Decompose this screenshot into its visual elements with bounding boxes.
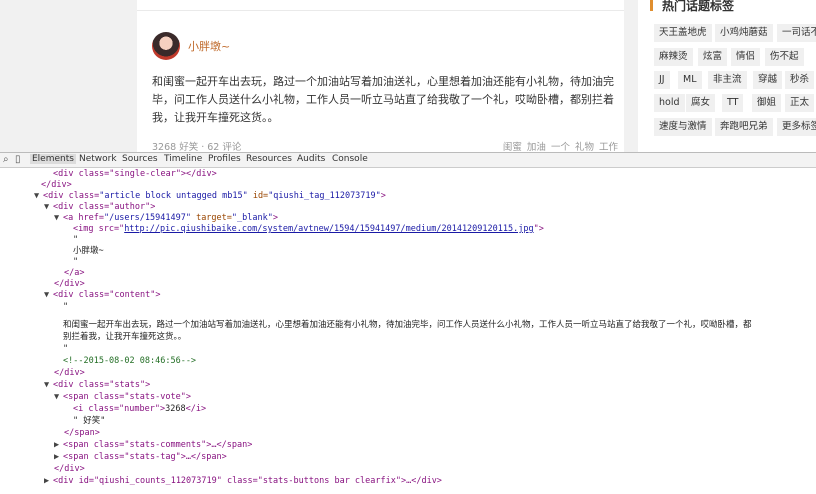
dom-text[interactable]: " 好笑": [73, 415, 105, 427]
tab-elements[interactable]: Elements: [30, 154, 76, 164]
dom-node-comments[interactable]: ▶ <span class="stats-comments">…</span>: [54, 439, 252, 451]
collapse-triangle-icon[interactable]: ▼: [34, 190, 43, 202]
collapse-triangle-icon[interactable]: ▼: [44, 379, 53, 391]
topic-tag[interactable]: TT: [722, 94, 744, 112]
dom-node[interactable]: </div>: [54, 463, 85, 475]
expand-triangle-icon[interactable]: ▶: [54, 451, 63, 463]
sidebar-title: 热门话题标签: [662, 0, 735, 13]
content-line: 和闺蜜一起开车出去玩，路过一个加油站写着加油送礼，心里想着加油还能有小礼物，待加…: [152, 75, 614, 88]
topic-tag[interactable]: 秒杀: [785, 71, 815, 89]
article-content: 和闺蜜一起开车出去玩，路过一个加油站写着加油送礼，心里想着加油还能有小礼物，待加…: [152, 73, 622, 127]
article-card: 小胖墩~ 和闺蜜一起开车出去玩，路过一个加油站写着加油送礼，心里想着加油还能有小…: [137, 0, 624, 152]
topic-tag[interactable]: 天王盖地虎: [654, 24, 712, 42]
tab-timeline[interactable]: Timeline: [164, 154, 202, 164]
dom-node-img[interactable]: <img src="http://pic.qiushibaike.com/sys…: [73, 223, 544, 235]
dom-text[interactable]: 别拦着我，让我开车撞死这货。。: [63, 331, 186, 343]
topic-tag[interactable]: 御姐: [752, 94, 782, 112]
dom-node-content[interactable]: ▼ <div class="content">: [44, 289, 160, 301]
topic-tag[interactable]: 正太: [785, 94, 815, 112]
topic-tag[interactable]: 小鸡炖蘑菇: [715, 24, 773, 42]
topic-tag[interactable]: JJ: [654, 71, 670, 89]
article-top-divider: [137, 0, 624, 11]
devtools-toolbar: ⌕ ▯ Elements Network Sources Timeline Pr…: [0, 152, 816, 168]
content-line: 我，让我开车撞死这货。。: [152, 111, 279, 124]
dom-node-vote[interactable]: ▼ <span class="stats-vote">: [54, 391, 191, 403]
dom-comment[interactable]: <!--2015-08-02 08:46:56-->: [63, 355, 196, 367]
article-stats: 3268 好笑 · 62 评论: [152, 142, 242, 152]
author-avatar[interactable]: [152, 32, 180, 60]
tab-network[interactable]: Network: [79, 154, 117, 164]
devtools-panel: ⌕ ▯ Elements Network Sources Timeline Pr…: [0, 152, 816, 494]
topic-tag[interactable]: 情侣: [731, 48, 761, 66]
collapse-triangle-icon[interactable]: ▼: [44, 289, 53, 301]
topic-tag[interactable]: 穿越: [753, 71, 783, 89]
author-name-link[interactable]: 小胖墩~: [188, 38, 230, 54]
dom-text[interactable]: ": [63, 343, 68, 355]
topic-tag[interactable]: ML: [678, 71, 702, 89]
tab-profiles[interactable]: Profiles: [208, 154, 241, 164]
avatar-url-link[interactable]: http://pic.qiushibaike.com/system/avtnew…: [124, 224, 533, 234]
hot-topics-sidebar: 热门话题标签 天王盖地虎 小鸡炖蘑菇 一司话不 麻辣烫 炫富 情侣 伤不起 JJ…: [638, 0, 816, 152]
dom-node-counts[interactable]: ▶ <div id="qiushi_counts_112073719" class…: [44, 475, 442, 487]
topic-tag[interactable]: 麻辣烫: [654, 48, 693, 66]
topic-tag[interactable]: 奔跑吧兄弟: [715, 118, 773, 136]
article-tags[interactable]: 闺蜜 加油 一个 礼物 工作: [503, 139, 618, 152]
topic-tag[interactable]: 速度与激情: [654, 118, 712, 136]
dom-node[interactable]: </div>: [54, 367, 85, 379]
topic-tag[interactable]: 伤不起: [765, 48, 804, 66]
dom-node-number[interactable]: <i class="number">3268</i>: [73, 403, 206, 415]
dom-node-tag[interactable]: ▶ <span class="stats-tag">…</span>: [54, 451, 227, 463]
expand-triangle-icon[interactable]: ▶: [54, 439, 63, 451]
topic-tag[interactable]: 非主流: [708, 71, 747, 89]
dom-text[interactable]: 和闺蜜一起开车出去玩，路过一个加油站写着加油送礼，心里想着加油还能有小礼物，待加…: [63, 319, 752, 331]
expand-triangle-icon[interactable]: ▶: [44, 475, 53, 487]
dom-node[interactable]: </span>: [64, 427, 100, 439]
topic-tag[interactable]: 更多标签: [777, 118, 816, 136]
tab-resources[interactable]: Resources: [246, 154, 292, 164]
collapse-triangle-icon[interactable]: ▼: [54, 212, 63, 224]
topic-tag[interactable]: 一司话不: [777, 24, 816, 42]
topic-tag[interactable]: 腐女: [686, 94, 716, 112]
sidebar-title-accent: [650, 0, 653, 11]
tab-audits[interactable]: Audits: [297, 154, 325, 164]
tab-console[interactable]: Console: [332, 154, 368, 164]
dom-text[interactable]: ": [63, 301, 68, 313]
inspect-element-icon[interactable]: ⌕: [3, 154, 9, 165]
device-mode-icon[interactable]: ▯: [15, 154, 21, 165]
collapse-triangle-icon[interactable]: ▼: [54, 391, 63, 403]
topic-tag[interactable]: hold: [654, 94, 685, 112]
web-page-area: 小胖墩~ 和闺蜜一起开车出去玩，路过一个加油站写着加油送礼，心里想着加油还能有小…: [0, 0, 816, 152]
content-line: 毕，问工作人员送什么小礼物，工作人员一听立马站直了给我敬了一个礼，哎呦卧槽，都别…: [152, 93, 614, 106]
topic-tag[interactable]: 炫富: [698, 48, 728, 66]
collapse-triangle-icon[interactable]: ▼: [44, 201, 53, 213]
dom-node[interactable]: <div class="single-clear"></div>: [53, 168, 217, 180]
tab-sources[interactable]: Sources: [122, 154, 158, 164]
dom-node-stats[interactable]: ▼ <div class="stats">: [44, 379, 150, 391]
